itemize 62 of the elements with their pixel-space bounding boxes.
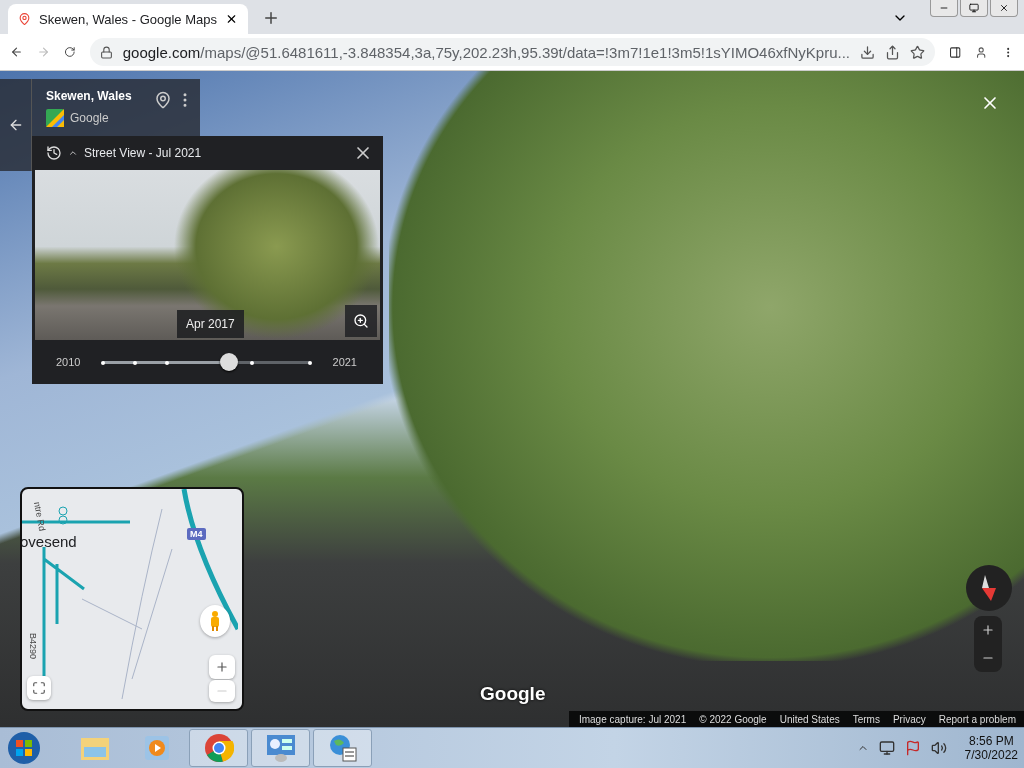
map-pin-icon bbox=[18, 12, 31, 26]
pegman-button[interactable] bbox=[200, 605, 230, 637]
taskbar-app[interactable] bbox=[251, 729, 310, 767]
chrome-icon bbox=[203, 733, 234, 763]
volume-icon[interactable] bbox=[930, 740, 947, 756]
compass-needle-icon bbox=[982, 575, 996, 601]
google-logo: Google bbox=[480, 683, 546, 705]
pegman-icon bbox=[209, 611, 221, 631]
url-text: google.com/maps/@51.6481611,-3.848354,3a,75y,202.23h,95.39t/data=!3m7!1e1!3m5!1sYIMO46xfNyKpru... bbox=[122, 43, 850, 61]
magnifier-plus-icon bbox=[353, 313, 369, 329]
footer-link[interactable]: Terms bbox=[852, 713, 880, 725]
folder-icon bbox=[79, 735, 110, 761]
date-tooltip: Apr 2017 bbox=[177, 310, 244, 338]
road-label: B4290 bbox=[28, 633, 38, 659]
network-icon[interactable] bbox=[878, 740, 895, 756]
clock-date: 7/30/2022 bbox=[964, 748, 1018, 762]
end-year: 2021 bbox=[332, 356, 357, 368]
footer-text: Image capture: Jul 2021 bbox=[578, 713, 687, 725]
install-icon[interactable] bbox=[860, 44, 875, 60]
source-label: Google bbox=[70, 111, 109, 125]
map-pin-icon[interactable] bbox=[154, 91, 172, 109]
footer-link[interactable]: Privacy bbox=[892, 713, 926, 725]
reload-icon[interactable] bbox=[64, 44, 76, 60]
windows-logo-icon bbox=[7, 731, 41, 765]
slider-thumb[interactable] bbox=[220, 353, 239, 371]
lock-icon bbox=[99, 45, 113, 59]
plus-icon bbox=[215, 660, 229, 674]
minimize-button[interactable] bbox=[930, 0, 958, 17]
caret-icon[interactable] bbox=[68, 148, 78, 158]
footer-link[interactable]: United States bbox=[779, 713, 840, 725]
fullscreen-icon bbox=[32, 681, 46, 695]
place-title: Skewen, Wales bbox=[46, 89, 133, 103]
start-year: 2010 bbox=[56, 356, 81, 368]
share-icon[interactable] bbox=[885, 44, 900, 60]
restore-icon bbox=[969, 3, 979, 13]
bookmark-star-icon[interactable] bbox=[910, 44, 925, 60]
zoom-in-button[interactable] bbox=[345, 305, 377, 337]
clock[interactable]: 8:56 PM 7/30/2022 bbox=[964, 734, 1018, 762]
history-icon[interactable] bbox=[46, 145, 62, 161]
control-panel-icon bbox=[265, 734, 296, 762]
browser-tab[interactable]: Skewen, Wales - Google Maps bbox=[8, 4, 248, 34]
footer-text: © 2022 Google bbox=[699, 713, 767, 725]
address-field[interactable]: google.com/maps/@51.6481611,-3.848354,3a,75y,202.23h,95.39t/data=!3m7!1e1!3m5!1sYIMO46xfNyKpru... bbox=[89, 38, 935, 66]
close-icon bbox=[999, 3, 1009, 13]
play-icon bbox=[143, 735, 170, 761]
footer-link[interactable]: Report a problem bbox=[938, 713, 1016, 725]
fullscreen-button[interactable] bbox=[27, 676, 51, 700]
motorway-shield: M4 bbox=[187, 528, 206, 540]
road-label: ntre Rd bbox=[32, 501, 48, 532]
clock-time: 8:56 PM bbox=[968, 734, 1014, 748]
globe-checklist-icon bbox=[327, 733, 358, 763]
tab-title: Skewen, Wales - Google Maps bbox=[39, 11, 217, 27]
close-tab-icon[interactable] bbox=[225, 12, 238, 26]
close-window-button[interactable] bbox=[990, 0, 1018, 17]
new-tab-icon[interactable] bbox=[262, 9, 280, 27]
restore-button[interactable] bbox=[960, 0, 988, 17]
action-center-icon[interactable] bbox=[904, 740, 921, 756]
panel-title: Street View - Jul 2021 bbox=[84, 146, 203, 160]
taskbar-app[interactable] bbox=[189, 729, 248, 767]
maps-logo-icon bbox=[46, 109, 64, 127]
taskbar-app[interactable] bbox=[313, 729, 372, 767]
plus-icon bbox=[981, 623, 995, 637]
